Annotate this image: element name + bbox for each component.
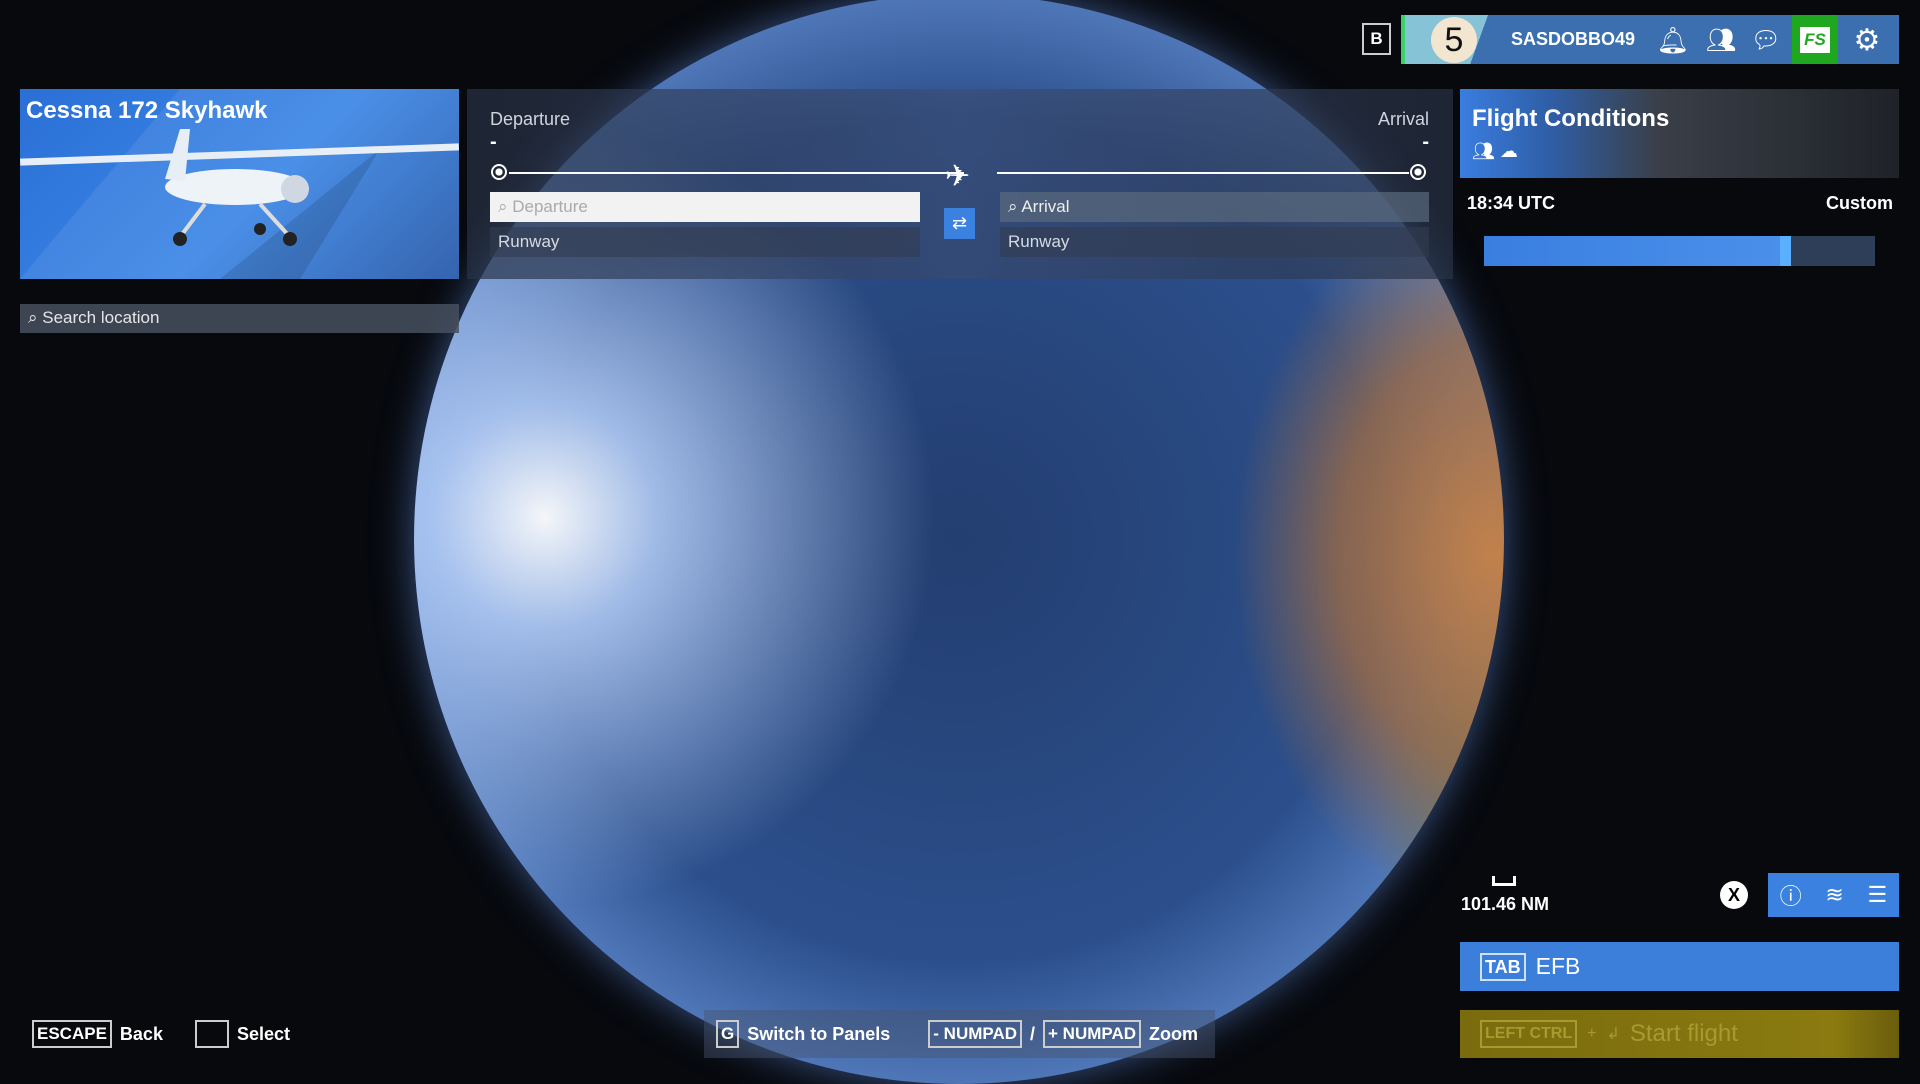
marketplace-button[interactable]: FS [1792,15,1838,64]
slash: / [1030,1023,1036,1044]
switch-panels-label[interactable]: Switch to Panels [747,1024,890,1045]
time-slider[interactable] [1484,236,1875,266]
route-panel: Departure Arrival - - ✈ ⌕ Departure ⌕ Ar… [467,89,1453,279]
controls-hint-bar: G Switch to Panels - NUMPAD / + NUMPAD Zoo… [704,1010,1215,1058]
search-placeholder: Search location [42,308,160,327]
level-badge[interactable]: 5 [1431,17,1477,63]
swap-button[interactable]: ⇄ [944,208,975,239]
plus-numpad-key: + NUMPAD [1043,1020,1142,1048]
layers-icon[interactable]: ≋ [1825,882,1843,908]
friends-icon[interactable]: 👥︎ [1701,23,1741,57]
store-icon: FS [1800,26,1830,53]
aircraft-name: Cessna 172 Skyhawk [26,97,268,124]
time-slider-handle[interactable] [1780,236,1792,266]
arrival-label: Arrival [1377,109,1429,129]
arrival-value: - [1422,131,1429,153]
left-ctrl-key: LEFT CTRL [1480,1020,1578,1048]
arrival-placeholder: Arrival [1021,197,1070,216]
efb-button[interactable]: TAB EFB [1460,942,1899,991]
airplane-icon: ✈ [945,160,971,193]
zoom-label: Zoom [1149,1023,1199,1044]
tab-key: TAB [1480,952,1526,981]
b-key-hint: B [1362,23,1391,55]
search-icon: ⌕ [1008,197,1022,216]
arrival-marker [1410,164,1426,180]
departure-input[interactable]: ⌕ Departure [490,192,920,222]
search-icon: ⌕ [498,197,513,216]
plus-sign: + [1587,1025,1597,1042]
time-slider-fill [1484,236,1786,266]
profile-bar: 5 SASDOBBO49 🔔︎ 👥︎ 💬︎ FS ⚙ [1401,15,1899,64]
gear-icon[interactable]: ⚙ [1847,21,1887,59]
search-icon: ⌕ [28,308,43,327]
start-flight-label: Start flight [1629,1020,1738,1047]
g-key: G [716,1020,740,1048]
close-map-key[interactable]: X [1720,881,1748,909]
weather-preset[interactable]: Custom [1826,193,1893,214]
back-hint[interactable]: ESCAPE Back Select [32,1020,290,1048]
chat-icon[interactable]: 💬︎ [1749,23,1783,57]
flight-conditions-title: Flight Conditions [1472,105,1670,132]
bell-icon[interactable]: 🔔︎ [1656,23,1690,57]
departure-placeholder: Departure [512,197,588,216]
username[interactable]: SASDOBBO49 [1511,29,1635,50]
back-label: Back [119,1023,163,1044]
time-readout: 18:34 UTC [1467,193,1556,213]
route-line-right [997,172,1409,174]
departure-value: - [490,131,497,153]
map-tools: ⓘ ≋ ☰ [1768,873,1899,917]
enter-key-icon: ↲ [1606,1026,1620,1043]
departure-runway-select[interactable]: Runway [490,227,920,257]
swap-icon: ⇄ [951,213,968,233]
start-flight-button[interactable]: LEFT CTRL + ↲ Start flight [1460,1010,1899,1058]
map-scale: 101.46 NM [1461,894,1550,914]
departure-label: Departure [490,109,571,129]
space-key-icon [194,1020,229,1048]
arrival-input[interactable]: ⌕ Arrival [1000,192,1429,222]
select-label: Select [236,1023,290,1044]
search-location-input[interactable]: ⌕ Search location [20,304,459,333]
multiplayer-weather-icons: 👥︎ ☁ [1472,141,1518,161]
filters-icon[interactable]: ☰ [1867,882,1887,908]
arrival-runway-select[interactable]: Runway [1000,227,1429,257]
scale-bar-icon [1492,876,1516,886]
minus-numpad-key: - NUMPAD [928,1020,1023,1048]
flight-conditions-panel[interactable]: Flight Conditions 👥︎ ☁ [1460,89,1899,178]
departure-marker [491,164,507,180]
route-line-left [509,172,964,174]
info-icon[interactable]: ⓘ [1780,879,1802,911]
aircraft-selector[interactable]: Cessna 172 Skyhawk [20,89,459,279]
efb-label: EFB [1535,953,1581,979]
escape-key: ESCAPE [32,1020,112,1048]
